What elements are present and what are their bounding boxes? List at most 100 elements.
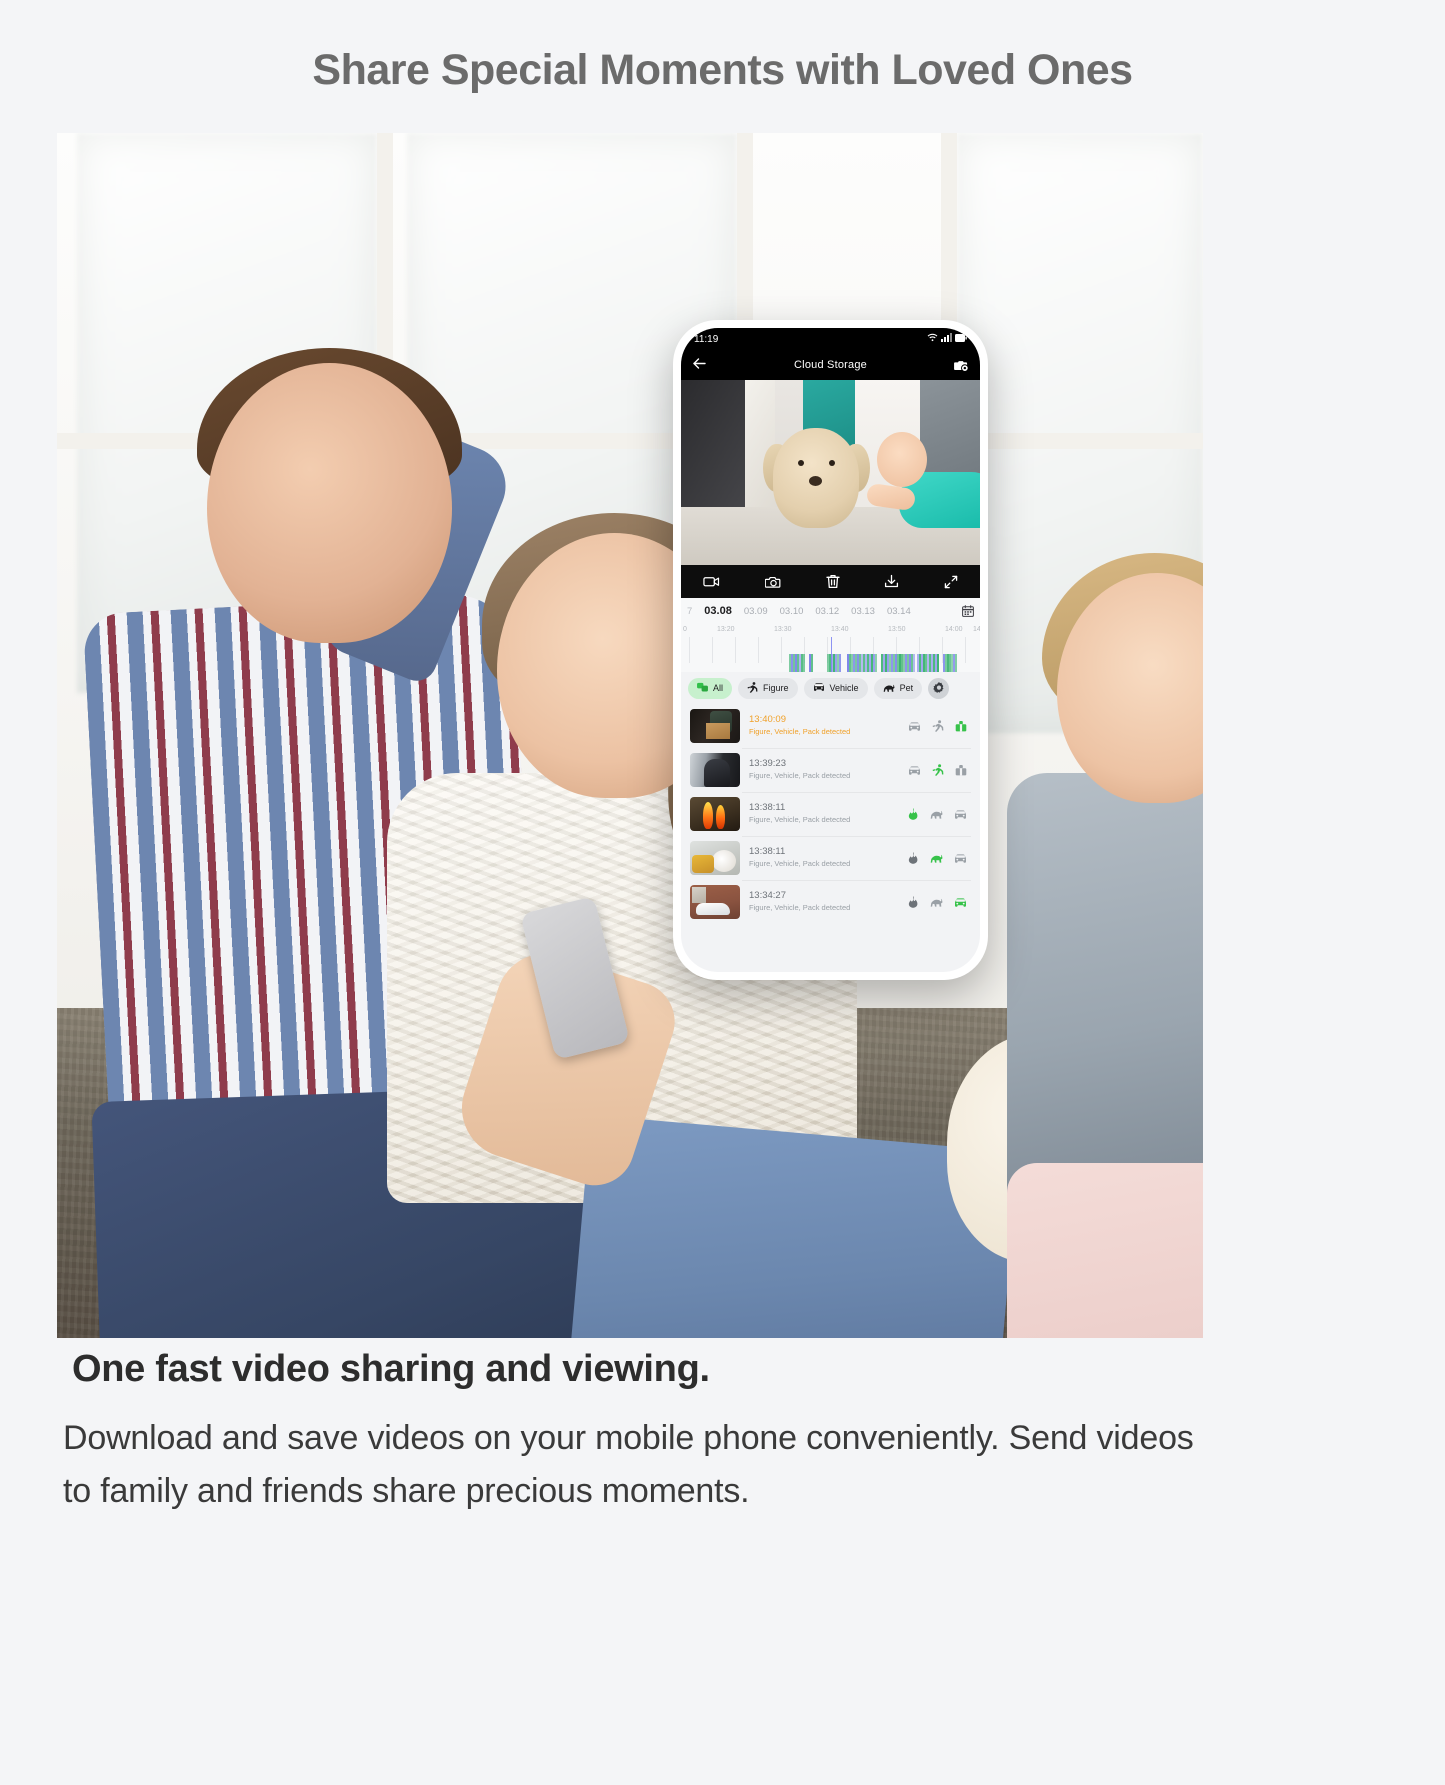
promo-page: Share Special Moments with Loved Ones 11… [0,0,1445,1785]
event-time: 13:40:09 [749,714,786,726]
baby-head [877,432,927,487]
status-time: 11:19 [694,333,719,345]
date-item-0308[interactable]: 03.08 [704,605,732,617]
car-icon [954,809,967,820]
car-icon [813,682,825,694]
timeline-tick-mark [712,637,713,663]
pet-icon [883,682,895,695]
event-filter-bar[interactable]: All Figure Vehicle Pet [681,672,980,704]
camera-settings-icon[interactable] [954,359,969,372]
filter-chip-vehicle[interactable]: Vehicle [803,677,868,699]
white-car-thumb[interactable] [690,885,740,919]
timeline-activity-bar [937,654,939,672]
timeline-tick-mark [735,637,736,663]
filter-chip-all[interactable]: All [688,677,733,699]
date-item-0314[interactable]: 03.14 [887,606,911,617]
event-description: Figure, Vehicle, Pack detected [749,815,851,825]
child-shirt [1007,773,1203,1193]
car-icon [908,721,921,732]
phone-screen: 11:19 Cloud Storage 7 03.08 03.09 03.10 … [681,328,980,972]
timeline-tick-mark [758,637,759,663]
phone-mockup: 11:19 Cloud Storage 7 03.08 03.09 03.10 … [673,320,988,980]
timeline-activity-bar [875,654,877,672]
pet-icon [930,896,943,908]
car-icon [954,897,967,908]
signal-bars-icon [941,333,952,345]
event-time: 13:38:11 [749,846,786,858]
timeline-tick-mark [689,637,690,663]
timeline-tick-mark [965,637,966,663]
table-row[interactable]: 13:38:11 Figure, Vehicle, Pack detected [688,836,973,880]
flame-icon [908,808,919,820]
wifi-icon [927,333,938,345]
timeline-track[interactable] [681,637,980,672]
hero-photo: 11:19 Cloud Storage 7 03.08 03.09 03.10 … [57,133,1203,1338]
event-tag-icons [908,764,971,776]
event-time: 13:39:23 [749,758,786,770]
fullscreen-icon[interactable] [944,575,958,589]
filter-chip-pet-label: Pet [899,683,914,693]
flame-icon [908,896,919,908]
filter-chip-vehicle-label: Vehicle [829,683,859,693]
package-icon [955,764,967,776]
timeline-activity-bar [839,654,841,672]
date-item-0312[interactable]: 03.12 [815,606,839,617]
footer-paragraph: Download and save videos on your mobile … [63,1419,1194,1510]
snapshot-camera-icon[interactable] [764,575,782,589]
video-preview[interactable] [681,380,980,565]
timeline-tick-1320: 13:20 [717,626,735,633]
table-row[interactable]: 13:38:11 Figure, Vehicle, Pack detected [688,792,973,836]
timeline-tick-1340: 13:40 [831,626,849,633]
phone-notch [774,328,887,356]
delete-trash-icon[interactable] [826,574,840,589]
timeline-activity-bar [955,654,957,672]
child-pants [1007,1163,1203,1338]
timeline-tick-1350: 13:50 [888,626,906,633]
table-row[interactable]: 13:39:23 Figure, Vehicle, Pack detected [688,748,973,792]
flame-icon [908,852,919,864]
footer-title: One fast video sharing and viewing. [72,1348,710,1390]
timeline-tick-1400: 14:00 [945,626,963,633]
pet-mess-thumb[interactable] [690,841,740,875]
date-item-0309[interactable]: 03.09 [744,606,768,617]
event-description: Figure, Vehicle, Pack detected [749,903,851,913]
timeline-labels: 0 13:20 13:30 13:40 13:50 14:00 14 [681,624,980,637]
person-running-icon [747,681,758,695]
person-running-icon [932,720,944,732]
event-timeline[interactable]: 0 13:20 13:30 13:40 13:50 14:00 14 [681,624,980,672]
filter-chip-figure-label: Figure [763,683,789,693]
table-row[interactable]: 13:40:09 Figure, Vehicle, Pack detected [688,704,973,748]
event-tag-icons [908,852,971,864]
person-running-icon [932,764,944,776]
event-description: Figure, Vehicle, Pack detected [749,727,851,737]
date-item-0313[interactable]: 03.13 [851,606,875,617]
date-item-0310[interactable]: 03.10 [780,606,804,617]
pet-icon [930,852,943,864]
app-bar-title: Cloud Storage [794,359,867,371]
calendar-icon[interactable] [962,605,974,617]
pet-icon [930,808,943,820]
timeline-tick-mark [781,637,782,663]
timeline-cut-right: 14 [973,626,980,633]
table-row[interactable]: 13:34:27 Figure, Vehicle, Pack detected [688,880,973,924]
intruder-thumb[interactable] [690,753,740,787]
event-time: 13:34:27 [749,890,786,902]
download-icon[interactable] [884,574,899,589]
settings-gear-icon[interactable] [928,677,950,699]
media-toolbar [681,565,980,598]
back-arrow-icon[interactable] [692,357,707,373]
date-selector[interactable]: 7 03.08 03.09 03.10 03.12 03.13 03.14 [681,598,980,624]
car-icon [954,853,967,864]
filter-chip-pet[interactable]: Pet [873,677,923,699]
event-description: Figure, Vehicle, Pack detected [749,771,851,781]
timeline-cut-left: 0 [683,626,687,633]
event-time: 13:38:11 [749,802,786,814]
fire-thumb[interactable] [690,797,740,831]
record-video-icon[interactable] [703,575,720,588]
date-cut-left: 7 [687,605,693,617]
living-room-scene [57,133,1203,1338]
event-tag-icons [908,808,971,820]
package-delivery-thumb[interactable] [690,709,740,743]
filter-chip-figure[interactable]: Figure [738,677,798,699]
event-list[interactable]: 13:40:09 Figure, Vehicle, Pack detected [681,704,980,924]
